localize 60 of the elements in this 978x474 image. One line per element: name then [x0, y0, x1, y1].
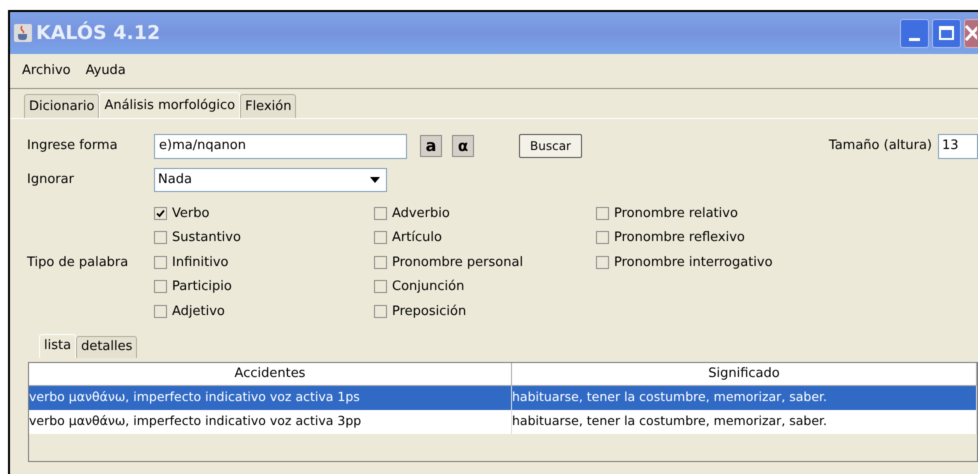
ignore-label: Ignorar [27, 171, 75, 190]
table-row[interactable]: verbo μανθάνω, imperfecto indicativo voz activa 3pp habituarse, tener la costumbre, memorizar, saber. [29, 410, 977, 434]
checkbox-label: Sustantivo [172, 229, 241, 247]
checkbox[interactable] [374, 206, 387, 220]
minimize-icon [909, 38, 920, 40]
input-label: Ingrese forma [27, 137, 119, 156]
ignore-dropdown[interactable]: Nada [154, 168, 387, 192]
table-cell: habituarse, tener la costumbre, memorizar, saber. [512, 410, 977, 434]
window-title: KALÓS 4.12 [36, 20, 160, 46]
word-type-label: Tipo de palabra [27, 254, 130, 272]
checkbox[interactable] [374, 304, 387, 318]
tab[interactable]: Dicionario [24, 94, 100, 118]
size-input-field[interactable]: 13 [938, 134, 978, 158]
checkbox[interactable] [596, 206, 609, 220]
form-input-field[interactable]: e)ma/nqanon [154, 134, 407, 158]
checkbox-label: Infinitivo [172, 254, 228, 272]
checkbox[interactable] [374, 280, 387, 294]
maximize-button[interactable] [932, 18, 961, 48]
checkbox[interactable] [374, 231, 387, 244]
close-button[interactable] [964, 18, 978, 48]
checkbox[interactable] [154, 256, 167, 269]
checkbox[interactable] [154, 231, 167, 244]
checkbox[interactable] [374, 256, 387, 269]
tab[interactable]: Análisis morfológico [99, 92, 240, 118]
table-row[interactable]: verbo μανθάνω, imperfecto indicativo voz activa 1ps habituarse, tener la costumbre, memorizar, saber. [29, 386, 977, 410]
checkbox-label: Verbo [172, 204, 210, 222]
checkbox-label: Pronombre interrogativo [614, 254, 773, 272]
close-icon [965, 25, 977, 41]
checkbox[interactable] [596, 256, 609, 269]
checkbox[interactable] [154, 206, 167, 220]
check-icon [156, 208, 165, 218]
checkbox-label: Conjunción [392, 278, 464, 296]
tab[interactable]: lista [39, 334, 76, 358]
minimize-button[interactable] [900, 18, 929, 48]
tab[interactable]: detalles [76, 336, 138, 358]
dropdown-value: Nada [158, 171, 193, 190]
menu-item[interactable]: Ayuda [86, 61, 126, 81]
column-header[interactable]: Significado [512, 362, 977, 386]
checkbox-label: Adverbio [392, 204, 450, 222]
menu-item[interactable]: Archivo [22, 61, 71, 81]
tab[interactable]: Flexión [240, 94, 296, 118]
coffee-cup-icon [14, 24, 32, 42]
column-header[interactable]: Accidentes [29, 362, 512, 386]
checkbox[interactable] [596, 231, 609, 244]
checkbox-label: Pronombre personal [392, 254, 524, 272]
checkbox-label: Artículo [392, 229, 442, 247]
table-cell: verbo μανθάνω, imperfecto indicativo voz activa 3pp [29, 410, 512, 434]
maximize-icon [939, 26, 954, 40]
greek-letter-button[interactable]: α [452, 135, 474, 157]
checkbox[interactable] [154, 304, 167, 318]
checkbox-label: Pronombre reflexivo [614, 229, 745, 247]
latin-letter-button[interactable]: a [420, 135, 442, 157]
checkbox-label: Adjetivo [172, 302, 225, 320]
dropdown-arrow-icon [370, 177, 380, 183]
search-button[interactable]: Buscar [519, 134, 582, 158]
checkbox[interactable] [154, 280, 167, 294]
checkbox-label: Participio [172, 278, 232, 296]
size-label: Tamaño (altura) [828, 137, 932, 156]
checkbox-label: Preposición [392, 302, 466, 320]
checkbox-label: Pronombre relativo [614, 204, 738, 222]
